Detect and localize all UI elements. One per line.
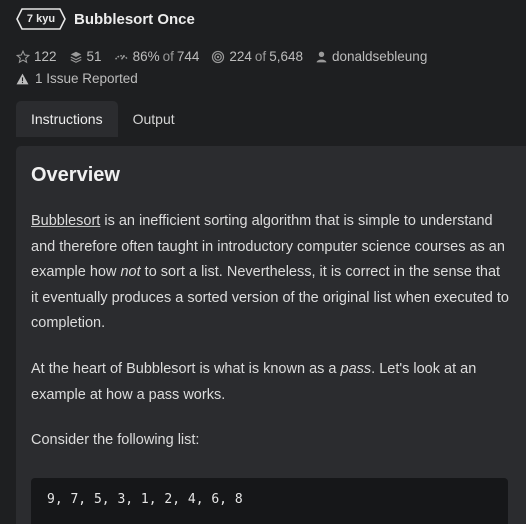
attempts-count: 5,648 [269,49,303,64]
pass-em: pass [340,361,372,377]
kyu-rank-badge[interactable]: 7 kyu [16,8,66,30]
intro-em-not: not [120,264,141,280]
kata-stats: 122 51 86% of 744 224 of 5,648 donaldseb… [16,49,439,64]
pass-text-a: At the heart of Bubblesort is what is kn… [31,361,341,377]
collections-count: 51 [86,49,102,64]
satisfaction-icon [114,50,129,64]
collections-stat[interactable]: 51 [69,49,102,64]
kata-title: Bubblesort Once [74,10,195,28]
satisfaction-votes: 744 [176,49,200,64]
satisfaction-stat: 86% of 744 [114,49,200,64]
author-name[interactable]: donaldsebleung [332,49,427,64]
pass-paragraph: At the heart of Bubblesort is what is kn… [31,357,509,408]
completed-count: 224 [229,49,252,64]
instructions-panel: Overview Bubblesort is an inefficient so… [16,146,526,524]
tab-output[interactable]: Output [118,101,190,137]
collections-icon [69,50,83,64]
completed-of: of [254,49,267,64]
bubblesort-intro-paragraph: Bubblesort is an inefficient sorting alg… [31,209,509,337]
target-icon [211,50,225,64]
star-icon [16,49,30,64]
favorites-stat[interactable]: 122 [16,49,57,64]
kata-header: 7 kyu Bubblesort Once [16,8,195,30]
favorites-count: 122 [34,49,57,64]
code-block: 9, 7, 5, 3, 1, 2, 4, 6, 8 [31,478,508,524]
bubblesort-link[interactable]: Bubblesort [31,213,100,229]
warning-icon [16,73,29,85]
satisfaction-of: of [162,49,174,64]
overview-heading: Overview [31,164,120,186]
issues-reported-link[interactable]: 1 Issue Reported [16,71,138,86]
completed-stat: 224 of 5,648 [211,49,303,64]
user-icon [315,50,328,64]
satisfaction-percent: 86% [132,49,160,64]
tab-bar: Instructions Output [16,101,190,137]
tab-instructions[interactable]: Instructions [16,101,118,137]
kyu-label: 7 kyu [26,13,56,25]
author-stat[interactable]: donaldsebleung [315,49,427,64]
issues-label: 1 Issue Reported [35,71,138,86]
scrollbar[interactable] [520,146,526,524]
consider-paragraph: Consider the following list: [31,432,200,448]
